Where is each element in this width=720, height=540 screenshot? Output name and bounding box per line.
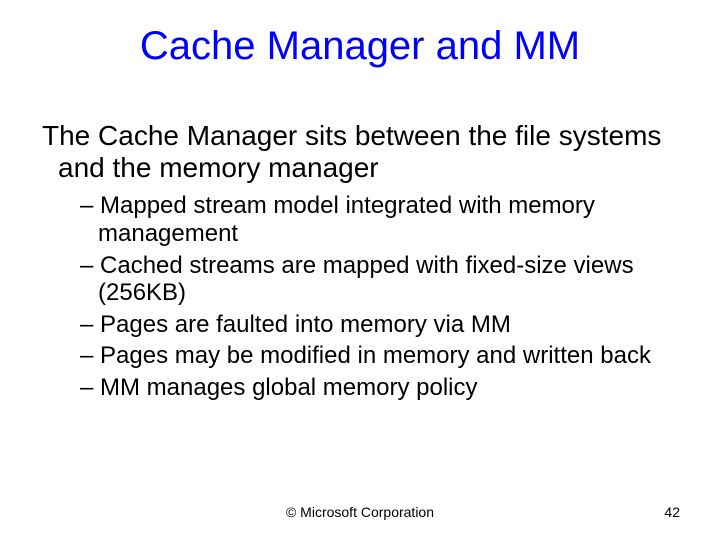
- footer-page-number: 42: [664, 504, 680, 520]
- bullet-item: Cached streams are mapped with fixed-siz…: [98, 252, 682, 307]
- slide: Cache Manager and MM The Cache Manager s…: [0, 0, 720, 540]
- slide-body: The Cache Manager sits between the file …: [42, 120, 682, 406]
- bullet-item: Mapped stream model integrated with memo…: [98, 192, 682, 247]
- slide-title: Cache Manager and MM: [0, 24, 720, 69]
- bullet-item: Pages are faulted into memory via MM: [98, 311, 682, 339]
- bullet-list: Mapped stream model integrated with memo…: [42, 192, 682, 401]
- bullet-item: MM manages global memory policy: [98, 374, 682, 402]
- footer-copyright: © Microsoft Corporation: [0, 504, 720, 520]
- bullet-item: Pages may be modified in memory and writ…: [98, 342, 682, 370]
- body-paragraph: The Cache Manager sits between the file …: [42, 120, 682, 184]
